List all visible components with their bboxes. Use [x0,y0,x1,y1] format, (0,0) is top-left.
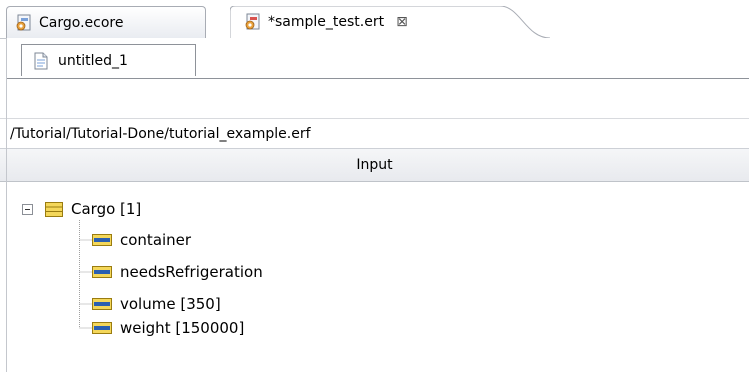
editor-tab-sample-test-ert[interactable]: *sample_test.ert ⊠ [230,6,550,38]
tree-node-cargo[interactable]: Cargo [1] [22,194,141,224]
tab-label: *sample_test.ert [268,14,385,30]
eclass-icon [45,201,63,217]
tree-node-label: weight [150000] [120,319,245,337]
tree-node-needs-refrigeration[interactable]: needsRefrigeration [92,257,263,287]
input-column-header[interactable]: Input [0,148,749,182]
page-tab-untitled-1[interactable]: untitled_1 [21,44,196,76]
ert-editor-window: Cargo.ecore *sample_test.ert ⊠ untitled_… [0,0,749,372]
tree-node-label: needsRefrigeration [120,263,263,281]
tree-node-weight[interactable]: weight [150000] [92,313,244,343]
editor-tab-cargo-ecore[interactable]: Cargo.ecore [6,6,206,38]
editor-tab-bar: Cargo.ecore *sample_test.ert ⊠ [0,0,749,39]
close-tab-icon[interactable]: ⊠ [396,15,408,29]
eattribute-icon [92,234,112,246]
eattribute-icon [92,298,112,310]
ecore-file-icon [16,14,31,30]
resource-path-field[interactable]: /Tutorial/Tutorial-Done/tutorial_example… [0,118,749,148]
tab-label: Cargo.ecore [39,14,124,31]
page-area-border [6,78,749,118]
ert-file-icon [245,13,260,30]
tree-node-container[interactable]: container [92,225,191,255]
eattribute-icon [92,266,112,278]
input-header-label: Input [356,157,393,173]
eattribute-icon [92,322,112,334]
input-tree: Cargo [1] container needsRefrigeration v… [0,182,749,372]
resource-path-text: /Tutorial/Tutorial-Done/tutorial_example… [10,125,311,142]
page-tab-label: untitled_1 [58,52,128,69]
page-tab-bar: untitled_1 [6,38,749,78]
document-icon [34,52,48,69]
tree-node-label: volume [350] [120,295,221,313]
collapse-toggle-icon[interactable] [22,203,33,215]
tree-node-label: Cargo [1] [71,200,142,218]
tree-node-label: container [120,231,192,249]
